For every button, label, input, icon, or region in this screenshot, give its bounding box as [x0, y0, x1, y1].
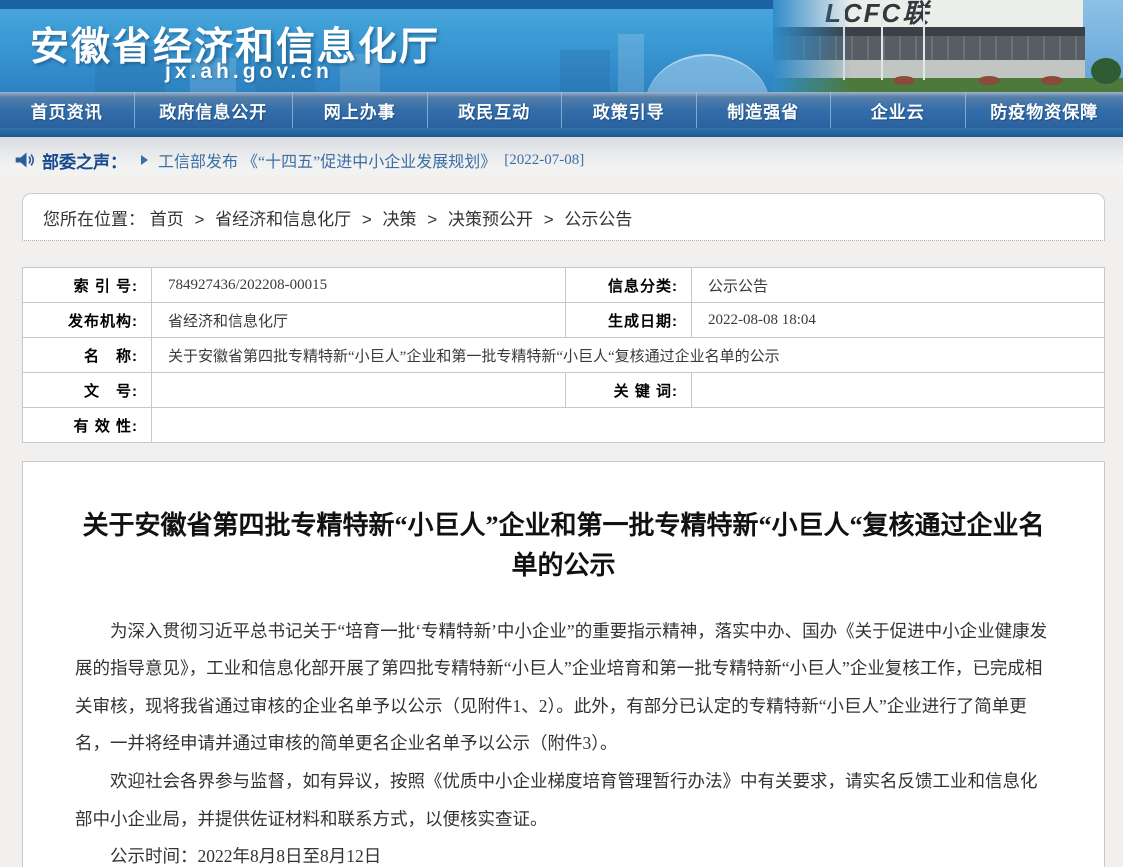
nav-bottom-strip — [0, 128, 1123, 137]
shrub-shape — [893, 76, 915, 85]
document-meta-table: 索 引 号: 784927436/202208-00015 信息分类: 公示公告… — [22, 267, 1105, 443]
doc-number-value — [152, 373, 566, 408]
validity-label: 有 效 性: — [23, 408, 152, 443]
site-url: jx.ah.gov.cn — [165, 60, 333, 84]
breadcrumb-pre-disclosure[interactable]: 决策预公开 — [448, 210, 533, 229]
factory-photo: LCFC联 — [773, 0, 1123, 92]
breadcrumb: 您所在位置： 首页 > 省经济和信息化厅 > 决策 > 决策预公开 > 公示公告 — [22, 193, 1105, 241]
tree-shape — [1091, 58, 1121, 84]
flagpole-shape — [881, 6, 883, 80]
breadcrumb-decision[interactable]: 决策 — [383, 210, 417, 229]
nav-item-online-services[interactable]: 网上办事 — [293, 92, 428, 128]
main-nav: 首页资讯 政府信息公开 网上办事 政民互动 政策引导 制造强省 企业云 防疫物资… — [0, 92, 1123, 128]
ticker-news-link[interactable]: 工信部发布 《“十四五”促进中小企业发展规划》 — [158, 148, 496, 172]
article-panel: 关于安徽省第四批专精特新“小巨人”企业和第一批专精特新“小巨人“复核通过企业名单… — [22, 461, 1105, 867]
breadcrumb-department[interactable]: 省经济和信息化厅 — [215, 210, 351, 229]
breadcrumb-separator: > — [194, 210, 204, 229]
building-shape — [560, 50, 610, 92]
arrow-right-icon — [141, 155, 148, 165]
doc-number-label: 文 号: — [23, 373, 152, 408]
site-banner: 安徽省经济和信息化厅 jx.ah.gov.cn LCFC联 — [0, 0, 1123, 92]
nav-item-interaction[interactable]: 政民互动 — [428, 92, 563, 128]
flagpole-shape — [923, 6, 925, 80]
table-row: 名 称: 关于安徽省第四批专精特新“小巨人”企业和第一批专精特新“小巨人“复核通… — [23, 338, 1105, 373]
info-category-value: 公示公告 — [692, 268, 1105, 303]
breadcrumb-label: 您所在位置： — [43, 210, 145, 229]
info-category-label: 信息分类: — [566, 268, 692, 303]
breadcrumb-separator: > — [427, 210, 437, 229]
ticker-news-date: [2022-07-08] — [504, 152, 584, 169]
building-shape — [618, 34, 644, 92]
article-paragraph: 欢迎社会各界参与监督，如有异议，按照《优质中小企业梯度培育管理暂行办法》中有关要… — [75, 763, 1052, 838]
table-row: 索 引 号: 784927436/202208-00015 信息分类: 公示公告 — [23, 268, 1105, 303]
nav-item-home[interactable]: 首页资讯 — [0, 92, 135, 128]
table-row: 文 号: 关 键 词: — [23, 373, 1105, 408]
generate-date-value: 2022-08-08 18:04 — [692, 303, 1105, 338]
speaker-icon — [14, 150, 34, 170]
nav-item-policy-guide[interactable]: 政策引导 — [562, 92, 697, 128]
breadcrumb-home[interactable]: 首页 — [150, 210, 184, 229]
breadcrumb-separator: > — [362, 210, 372, 229]
validity-value — [152, 408, 1105, 443]
dome-building-shape — [645, 54, 770, 92]
nav-item-epidemic-supplies[interactable]: 防疫物资保障 — [966, 92, 1123, 128]
publisher-value: 省经济和信息化厅 — [152, 303, 566, 338]
generate-date-label: 生成日期: — [566, 303, 692, 338]
article-paragraph: 为深入贯彻习近平总书记关于“培育一批‘专精特新’中小企业”的重要指示精神，落实中… — [75, 613, 1052, 764]
article-body: 为深入贯彻习近平总书记关于“培育一批‘专精特新’中小企业”的重要指示精神，落实中… — [75, 613, 1052, 867]
index-number-label: 索 引 号: — [23, 268, 152, 303]
doc-name-value: 关于安徽省第四批专精特新“小巨人”企业和第一批专精特新“小巨人“复核通过企业名单… — [152, 338, 1105, 373]
article-title: 关于安徽省第四批专精特新“小巨人”企业和第一批专精特新“小巨人“复核通过企业名单… — [75, 506, 1052, 587]
ticker-title: 部委之声： — [42, 148, 127, 173]
publisher-label: 发布机构: — [23, 303, 152, 338]
nav-item-gov-info[interactable]: 政府信息公开 — [135, 92, 294, 128]
table-row: 发布机构: 省经济和信息化厅 生成日期: 2022-08-08 18:04 — [23, 303, 1105, 338]
shrub-shape — [978, 76, 1000, 85]
nav-item-manufacturing[interactable]: 制造强省 — [697, 92, 832, 128]
breadcrumb-separator: > — [544, 210, 554, 229]
keyword-label: 关 键 词: — [566, 373, 692, 408]
keyword-value — [692, 373, 1105, 408]
shrub-shape — [1041, 76, 1063, 85]
news-ticker: 部委之声： 工信部发布 《“十四五”促进中小企业发展规划》 [2022-07-0… — [0, 137, 1123, 183]
photo-left-blend — [773, 0, 852, 92]
publicity-period-line: 公示时间：2022年8月8日至8月12日 — [75, 838, 1052, 867]
index-number-value: 784927436/202208-00015 — [152, 268, 566, 303]
breadcrumb-announcements[interactable]: 公示公告 — [564, 210, 632, 229]
doc-name-label: 名 称: — [23, 338, 152, 373]
table-row: 有 效 性: — [23, 408, 1105, 443]
nav-item-enterprise-cloud[interactable]: 企业云 — [831, 92, 966, 128]
